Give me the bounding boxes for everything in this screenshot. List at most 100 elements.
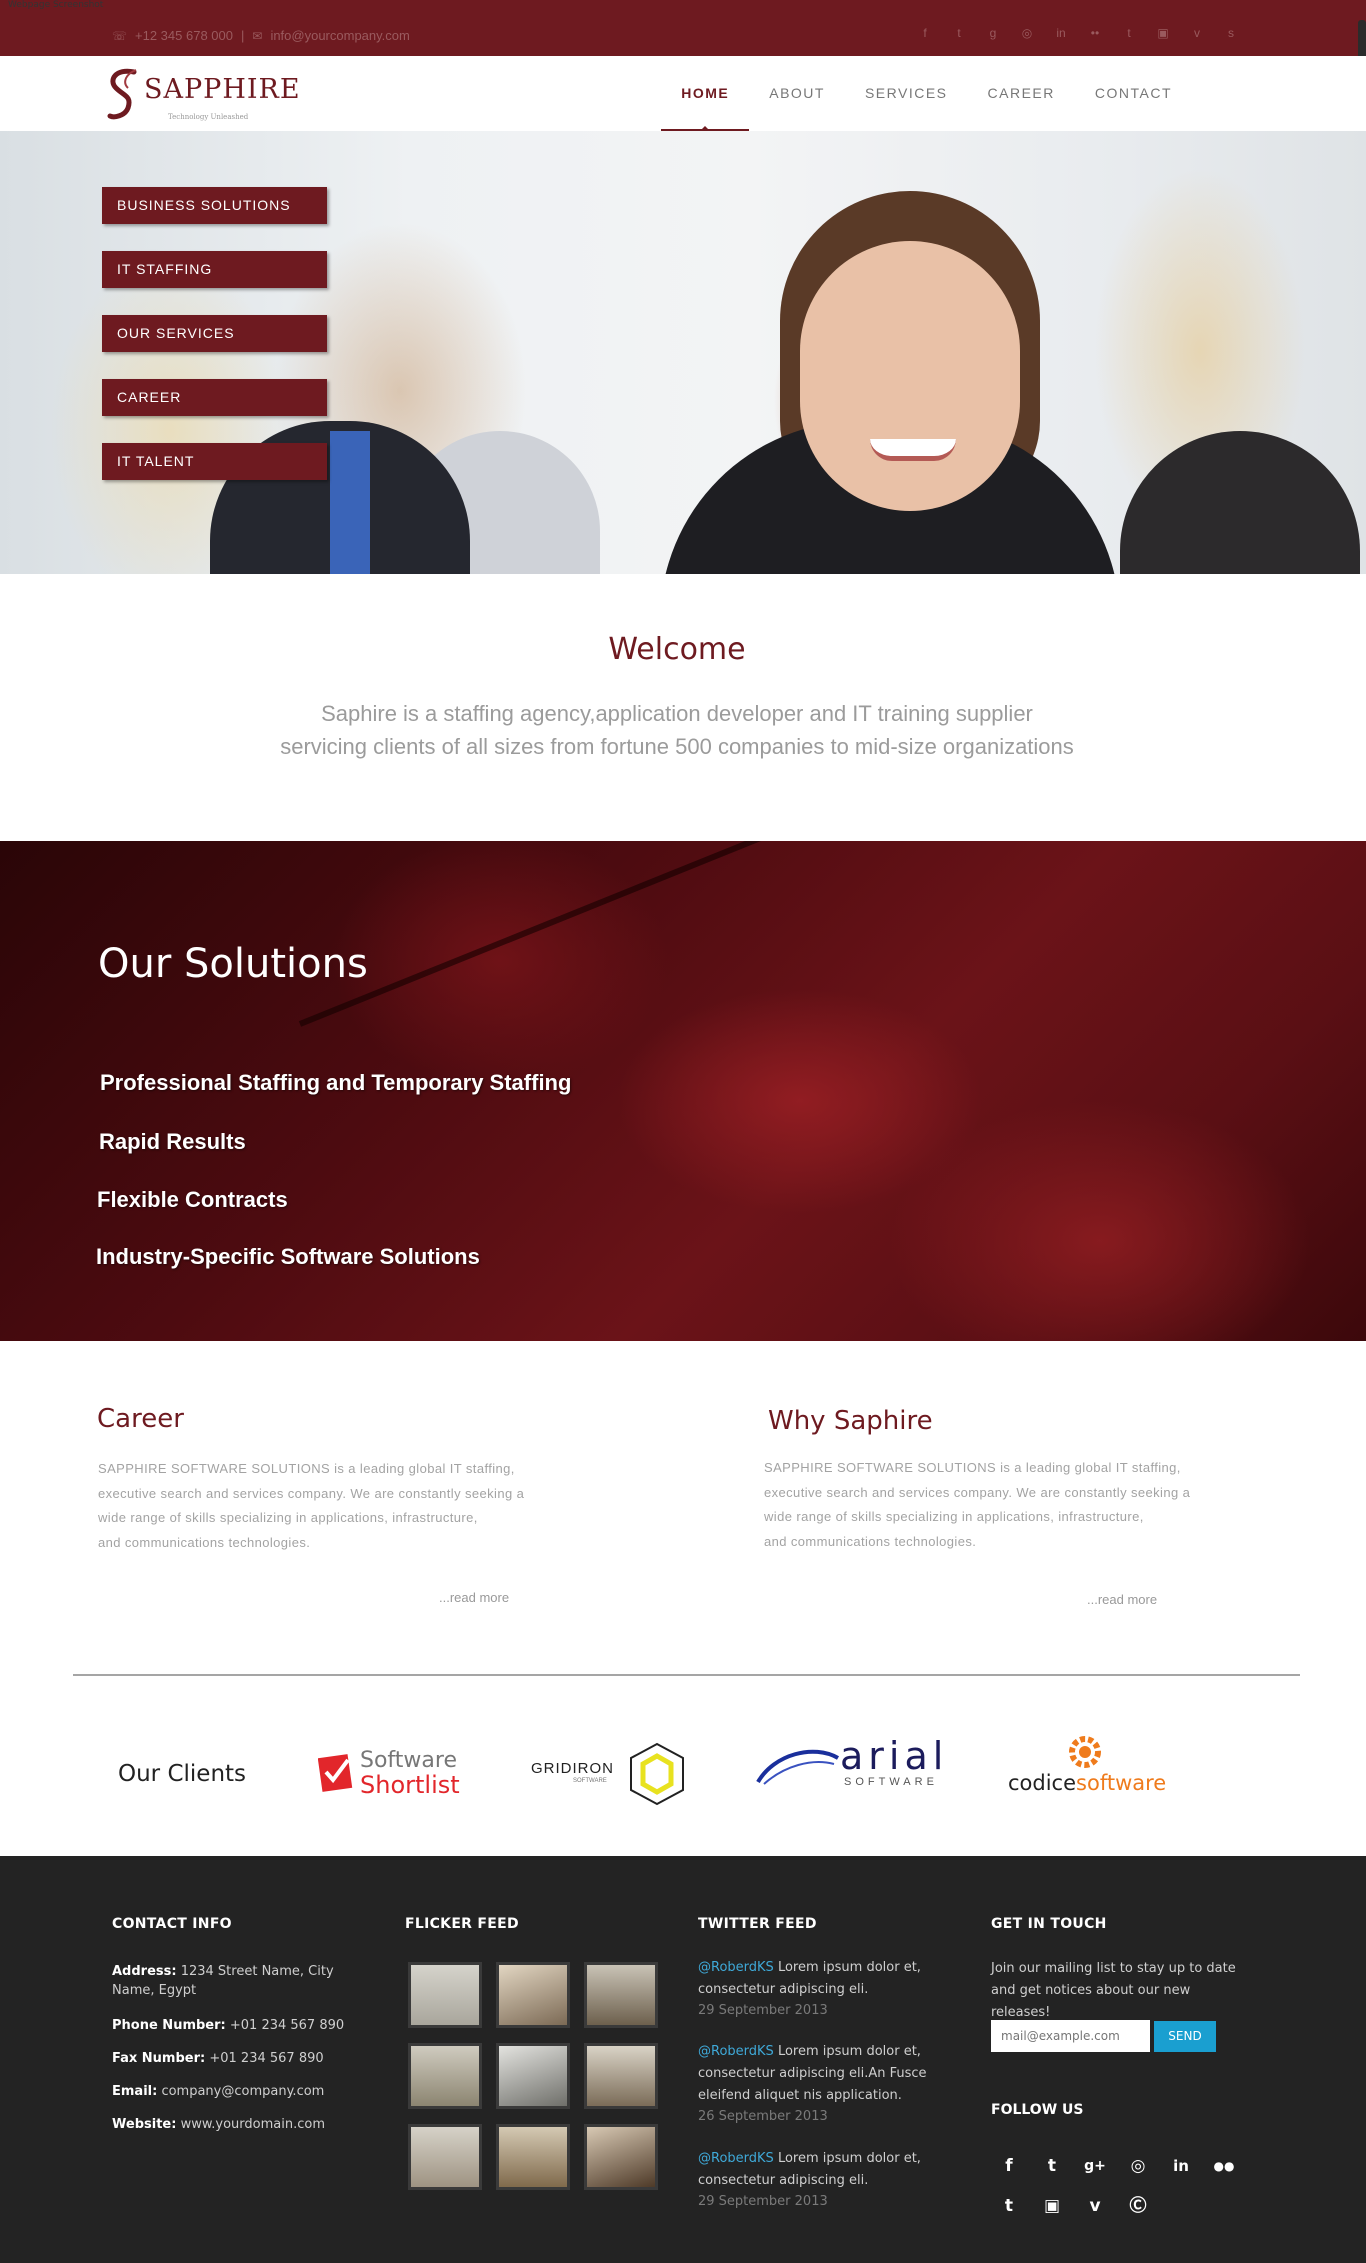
codice-part2: software	[1076, 1771, 1167, 1795]
twitter-feed-title: TWITTER FEED	[698, 1916, 817, 1932]
our-services-button[interactable]: OUR SERVICES	[102, 315, 327, 352]
why-line: executive search and services company. W…	[764, 1484, 1191, 1500]
hero-photo-person	[1120, 431, 1360, 574]
swoosh-logo-icon	[756, 1749, 840, 1785]
footer-website: Website: www.yourdomain.com	[112, 2115, 362, 2134]
nav-career[interactable]: CAREER	[968, 56, 1075, 131]
flicker-thumbnail[interactable]	[584, 2043, 658, 2109]
client-logo-codice-software[interactable]: codicesoftware	[1008, 1733, 1178, 1797]
envelope-icon: ✉	[252, 28, 263, 43]
business-solutions-button[interactable]: BUSINESS SOLUTIONS	[102, 187, 327, 224]
brand-logo[interactable]: SAPPHIRE Technology Unleashed	[106, 66, 300, 122]
career-line: wide range of skills specializing in app…	[98, 1510, 478, 1525]
solution-item: Flexible Contracts	[97, 1187, 288, 1212]
career-read-more-link[interactable]: ...read more	[439, 1590, 509, 1605]
main-nav: HOME ABOUT SERVICES CAREER CONTACT	[661, 56, 1192, 131]
email-value[interactable]: company@company.com	[161, 2084, 324, 2099]
linkedin-icon[interactable]: in	[1052, 26, 1070, 40]
vimeo-icon[interactable]: v	[1084, 2195, 1106, 2217]
flicker-thumbnail[interactable]	[496, 1962, 570, 2028]
twitter-icon[interactable]: t	[950, 26, 968, 40]
top-email[interactable]: info@yourcompany.com	[270, 28, 409, 43]
tweet-date: 29 September 2013	[698, 2194, 828, 2209]
newsletter-text: Join our mailing list to stay up to date…	[991, 1961, 1236, 2020]
client-logo-gridiron[interactable]: GRIDIRON SOFTWARE	[531, 1740, 691, 1808]
arial-sub: SOFTWARE	[844, 1776, 938, 1788]
nav-services[interactable]: SERVICES	[845, 56, 968, 131]
flicker-thumbnail[interactable]	[496, 2043, 570, 2109]
dribbble-icon[interactable]: ◎	[1127, 2155, 1149, 2177]
flickr-icon[interactable]: ●●	[1213, 2155, 1235, 2177]
facebook-icon[interactable]: f	[916, 26, 934, 40]
footer-phone: Phone Number: +01 234 567 890	[112, 2016, 362, 2035]
welcome-line: Saphire is a staffing agency,application…	[321, 701, 1033, 726]
nav-contact[interactable]: CONTACT	[1075, 56, 1192, 131]
flicker-thumbnail[interactable]	[496, 2124, 570, 2190]
solutions-title: Our Solutions	[98, 941, 368, 987]
skype-icon[interactable]: Ⓒ	[1127, 2195, 1149, 2217]
footer: CONTACT INFO Address: 1234 Street Name, …	[0, 1856, 1366, 2263]
it-staffing-button[interactable]: IT STAFFING	[102, 251, 327, 288]
career-title: Career	[97, 1404, 184, 1434]
tweet-handle[interactable]: @RoberdKS	[698, 2044, 774, 2059]
career-text: SAPPHIRE SOFTWARE SOLUTIONS is a leading…	[98, 1457, 524, 1555]
tweet-handle[interactable]: @RoberdKS	[698, 1960, 774, 1975]
linkedin-icon[interactable]: in	[1170, 2155, 1192, 2177]
newsletter-send-button[interactable]: SEND	[1154, 2021, 1216, 2052]
nav-about[interactable]: ABOUT	[749, 56, 845, 131]
gear-logo-icon	[1069, 1736, 1101, 1768]
tweet-date: 26 September 2013	[698, 2109, 828, 2124]
software-shortlist-line2: Shortlist	[360, 1771, 460, 1799]
tweet-handle[interactable]: @RoberdKS	[698, 2151, 774, 2166]
why-saphire-read-more-link[interactable]: ...read more	[1087, 1592, 1157, 1607]
career-button[interactable]: CAREER	[102, 379, 327, 416]
vimeo-icon[interactable]: v	[1188, 26, 1206, 40]
google-plus-icon[interactable]: g	[984, 26, 1002, 40]
welcome-title: Welcome	[608, 632, 746, 667]
top-social-icons: f t g ◎ in •• t ▣ v s	[916, 26, 1240, 40]
codice-part1: codice	[1008, 1771, 1077, 1795]
website-value[interactable]: www.yourdomain.com	[181, 2117, 325, 2132]
instagram-icon[interactable]: ▣	[1154, 26, 1172, 40]
instagram-icon[interactable]: ▣	[1041, 2195, 1063, 2217]
hero-photo-detail	[870, 439, 956, 461]
hero-banner: BUSINESS SOLUTIONS IT STAFFING OUR SERVI…	[0, 131, 1366, 574]
tumblr-icon[interactable]: t	[1120, 26, 1138, 40]
client-logo-arial[interactable]: arial SOFTWARE	[754, 1736, 954, 1792]
flicker-thumbnail[interactable]	[408, 2043, 482, 2109]
tumblr-icon[interactable]: t	[998, 2195, 1020, 2217]
phone-value: +01 234 567 890	[229, 2018, 345, 2033]
tweet: @RoberdKS Lorem ipsum dolor et, consecte…	[698, 2041, 968, 2127]
nav-home[interactable]: HOME	[661, 56, 750, 131]
flicker-thumbnail[interactable]	[408, 2124, 482, 2190]
software-shortlist-line1: Software	[360, 1748, 457, 1773]
follow-us-title: FOLLOW US	[991, 2102, 1084, 2118]
address-label: Address:	[112, 1964, 177, 1979]
tweet-date: 29 September 2013	[698, 2003, 828, 2018]
career-line: and communications technologies.	[98, 1534, 311, 1550]
twitter-icon[interactable]: t	[1041, 2155, 1063, 2177]
flicker-thumbnail[interactable]	[408, 1962, 482, 2028]
facebook-icon[interactable]: f	[998, 2155, 1020, 2177]
flicker-thumbnail[interactable]	[584, 1962, 658, 2028]
google-plus-icon[interactable]: g+	[1084, 2155, 1106, 2177]
gridiron-sub: SOFTWARE	[573, 1778, 607, 1784]
footer-fax: Fax Number: +01 234 567 890	[112, 2049, 362, 2068]
phone-icon: ☏	[112, 28, 128, 43]
it-talent-button[interactable]: IT TALENT	[102, 443, 327, 480]
email-label: Email:	[112, 2084, 158, 2099]
flickr-icon[interactable]: ••	[1086, 26, 1104, 40]
skype-icon[interactable]: s	[1222, 26, 1240, 40]
contact-info-title: CONTACT INFO	[112, 1916, 232, 1932]
dribbble-icon[interactable]: ◎	[1018, 26, 1036, 40]
client-logo-software-shortlist[interactable]: Software Shortlist	[318, 1748, 473, 1799]
top-bar: ☏ +12 345 678 000 | ✉ info@yourcompany.c…	[0, 0, 1366, 56]
career-line: SAPPHIRE SOFTWARE SOLUTIONS is a leading…	[98, 1461, 515, 1476]
newsletter-email-input[interactable]	[991, 2020, 1150, 2052]
page-caption: Webpage Screenshot	[8, 0, 104, 10]
separator: |	[240, 28, 245, 43]
why-saphire-text: SAPPHIRE SOFTWARE SOLUTIONS is a leading…	[764, 1456, 1190, 1554]
flicker-thumbnail[interactable]	[584, 2124, 658, 2190]
solution-item: Professional Staffing and Temporary Staf…	[100, 1070, 572, 1095]
brand-tagline: Technology Unleashed	[168, 113, 249, 121]
